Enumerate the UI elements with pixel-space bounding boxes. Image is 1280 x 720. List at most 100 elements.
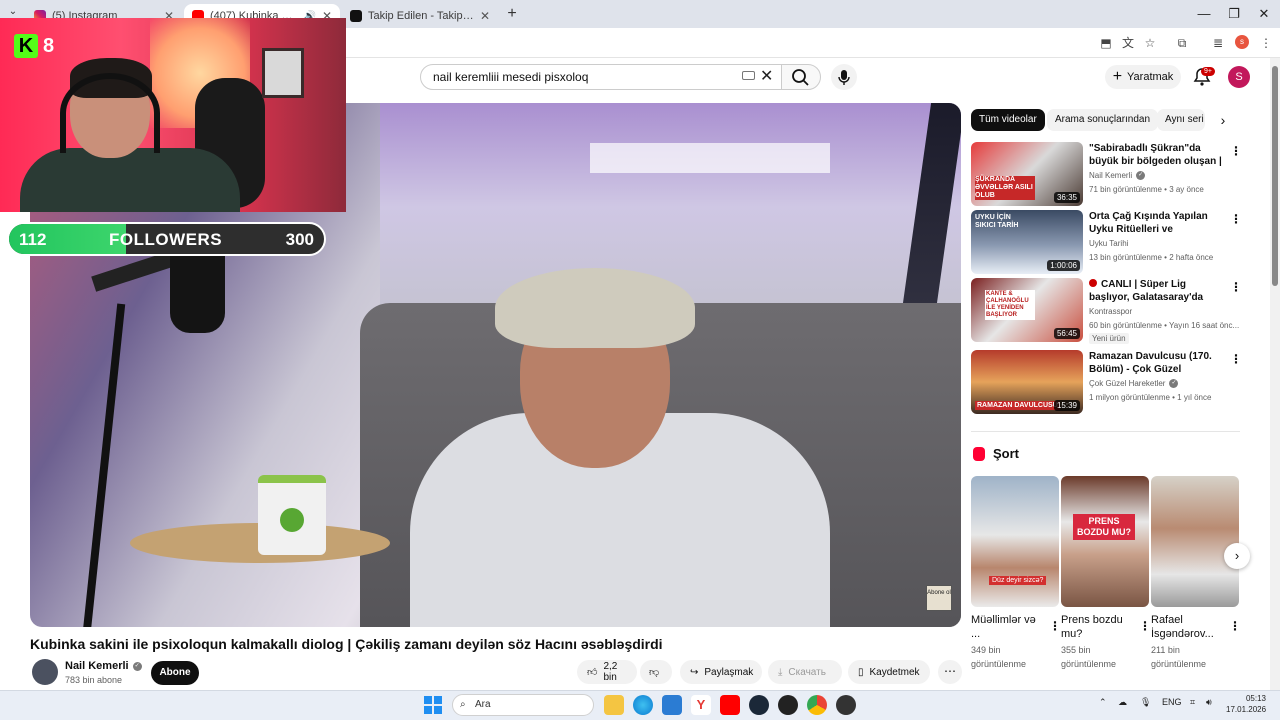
recommendation-item[interactable]: ŞÜKRANDA ƏVVƏLLƏR ASILI OLUB 36:35 "Sabi… <box>971 142 1242 206</box>
more-options-icon[interactable]: ⋮ <box>1230 144 1242 158</box>
thumbs-down-icon: 👎︎ <box>649 667 660 678</box>
voice-search-button[interactable] <box>831 64 857 90</box>
more-options-icon[interactable]: ⋮ <box>1230 352 1242 366</box>
channel-name[interactable]: Uyku Tarihi <box>1089 239 1128 248</box>
keyboard-icon[interactable] <box>742 71 755 80</box>
taskbar-clock[interactable]: 05:13 17.01.2026 <box>1226 693 1266 715</box>
tray-overflow-icon[interactable]: ⌃ <box>1099 697 1107 708</box>
short-thumbnail[interactable]: PRENS BOZDU MU? <box>1061 476 1149 607</box>
download-button[interactable]: ⤓ Скачать <box>768 660 842 684</box>
media-icon[interactable]: ≣ <box>1210 35 1226 51</box>
subscribe-button[interactable]: Abone <box>151 661 199 685</box>
video-title[interactable]: CANLI | Süper Lig başlıyor, Galatasaray'… <box>1089 278 1227 304</box>
bookmark-star-icon[interactable]: ☆ <box>1142 35 1158 51</box>
network-icon[interactable]: ⌗ <box>1190 697 1195 708</box>
steam-icon[interactable] <box>749 695 769 715</box>
create-button[interactable]: + Yaratmak <box>1105 65 1181 89</box>
video-duration: 1:00:06 <box>1047 260 1080 271</box>
video-meta: 1 milyon görüntülenme • 1 yıl önce <box>1089 393 1212 402</box>
subscribe-watermark[interactable]: Abone ol <box>926 585 952 611</box>
more-options-icon[interactable]: ⋮ <box>1049 619 1061 633</box>
video-title[interactable]: Orta Çağ Kışında Yapılan Uyku Ritüelleri… <box>1089 210 1227 236</box>
video-title[interactable]: "Sabirabadlı Şükran"da büyük bir bölgede… <box>1089 142 1227 168</box>
share-icon: ↪ <box>690 666 699 678</box>
chip-from-search[interactable]: Arama sonuçlarından <box>1047 109 1159 131</box>
translate-icon[interactable]: 文 <box>1120 35 1136 51</box>
like-button[interactable]: 👍︎ 2,2 bin <box>577 660 637 684</box>
mug-logo <box>280 508 304 532</box>
file-explorer-icon[interactable] <box>604 695 624 715</box>
short-title[interactable]: Rafael İsgəndərov... <box>1151 613 1223 641</box>
channel-name[interactable]: Nail Kemerli ✓ <box>1089 171 1146 181</box>
chrome-icon[interactable] <box>807 695 827 715</box>
app-icon[interactable] <box>836 695 856 715</box>
close-window-button[interactable]: ✕ <box>1250 4 1278 24</box>
tab-kick[interactable]: Takip Edilen - Takip ettiğiniz içe ✕ <box>342 4 498 28</box>
menu-icon[interactable]: ⋮ <box>1258 35 1274 51</box>
more-actions-button[interactable]: ⋯ <box>938 660 962 684</box>
dislike-button[interactable]: 👎︎ <box>640 660 672 684</box>
short-views: 355 bin görüntülenme <box>1061 645 1117 669</box>
video-thumbnail[interactable]: RAMAZAN DAVULCUSU 15:39 <box>971 350 1083 414</box>
scrollbar-thumb[interactable] <box>1272 66 1278 286</box>
channel-name[interactable]: Çok Güzel Hareketler ✓ <box>1089 379 1179 389</box>
search-button[interactable] <box>781 64 821 90</box>
install-icon[interactable]: ⬒ <box>1098 35 1114 51</box>
microphone-tray-icon[interactable]: 🎙︎ <box>1140 697 1151 708</box>
channel-name-text: Çok Güzel Hareketler <box>1089 379 1166 388</box>
channel-avatar[interactable] <box>32 659 58 685</box>
youtube-app-icon[interactable] <box>720 695 740 715</box>
video-title[interactable]: Ramazan Davulcusu (170. Bölüm) - Çok Güz… <box>1089 350 1227 376</box>
cap <box>495 268 695 348</box>
chevron-right-icon[interactable]: › <box>1214 111 1232 129</box>
chevron-right-icon[interactable]: › <box>1224 543 1250 569</box>
video-thumbnail[interactable]: UYKU İÇİN SIKICI TARİH 1:00:06 <box>971 210 1083 274</box>
close-icon[interactable]: ✕ <box>480 9 490 23</box>
taskbar-search-input[interactable]: ⌕ Ara <box>452 694 594 716</box>
channel-name[interactable]: Nail Kemerli ✓ <box>65 660 142 672</box>
download-icon: ⤓ <box>778 666 783 678</box>
share-button[interactable]: ↪ Paylaşmak <box>680 660 762 684</box>
obs-icon[interactable] <box>778 695 798 715</box>
language-indicator[interactable]: ENG <box>1162 697 1182 707</box>
account-avatar[interactable]: S <box>1228 66 1250 88</box>
short-title[interactable]: Müəllimlər və ... <box>971 613 1043 641</box>
video-thumbnail[interactable]: KANTE & ÇALHANOĞLU İLE YENİDEN BAŞLIYOR … <box>971 278 1083 342</box>
save-button[interactable]: ▯ Kaydetmek <box>848 660 930 684</box>
minimize-button[interactable]: — <box>1190 4 1218 24</box>
restore-button[interactable]: ❐ <box>1220 4 1248 24</box>
recommendation-item[interactable]: UYKU İÇİN SIKICI TARİH 1:00:06 Orta Çağ … <box>971 210 1242 274</box>
clear-search-icon[interactable]: ✕ <box>760 66 773 86</box>
extensions-icon[interactable]: ⧉ <box>1174 35 1190 51</box>
edge-icon[interactable] <box>633 695 653 715</box>
more-options-icon[interactable]: ⋮ <box>1230 212 1242 226</box>
shorts-icon <box>973 447 985 461</box>
short-title[interactable]: Prens bozdu mu? <box>1061 613 1133 641</box>
short-item[interactable]: Rafael İsgəndərov... 211 bin görüntülenm… <box>1151 476 1241 671</box>
chip-same-series[interactable]: Aynı seri <box>1157 109 1205 131</box>
more-options-icon[interactable]: ⋮ <box>1230 280 1242 294</box>
recommendation-item[interactable]: KANTE & ÇALHANOĞLU İLE YENİDEN BAŞLIYOR … <box>971 278 1242 346</box>
short-item[interactable]: Düz deyir sizcə? Müəllimlər və ... 349 b… <box>971 476 1061 671</box>
recommendation-item[interactable]: RAMAZAN DAVULCUSU 15:39 Ramazan Davulcus… <box>971 350 1242 414</box>
short-item[interactable]: PRENS BOZDU MU? Prens bozdu mu? 355 bin … <box>1061 476 1151 671</box>
onedrive-icon[interactable]: ☁ <box>1118 697 1127 708</box>
short-thumbnail[interactable]: Düz deyir sizcə? <box>971 476 1059 607</box>
more-options-icon[interactable]: ⋮ <box>1229 619 1241 633</box>
video-thumbnail[interactable]: ŞÜKRANDA ƏVVƏLLƏR ASILI OLUB 36:35 <box>971 142 1083 206</box>
viewer-count: 8 <box>43 35 55 57</box>
new-tab-button[interactable]: + <box>503 5 521 23</box>
store-icon[interactable] <box>662 695 682 715</box>
channel-name-text[interactable]: Nail Kemerli <box>65 660 129 672</box>
video-duration: 56:45 <box>1053 328 1080 339</box>
chip-all-videos[interactable]: Tüm videolar <box>971 109 1045 131</box>
volume-icon[interactable]: 🔊︎ <box>1206 697 1212 708</box>
more-options-icon[interactable]: ⋮ <box>1139 619 1151 633</box>
search-input[interactable]: nail keremliii mesedi pisxoloq <box>420 64 782 90</box>
yandex-icon[interactable]: Y <box>691 695 711 715</box>
channel-name[interactable]: Kontrasspor <box>1089 307 1132 316</box>
thumbnail-text: ŞÜKRANDA ƏVVƏLLƏR ASILI OLUB <box>975 176 1035 200</box>
short-thumbnail[interactable] <box>1151 476 1239 607</box>
browser-profile-icon[interactable]: s <box>1235 35 1249 49</box>
windows-start-icon[interactable] <box>424 696 442 714</box>
